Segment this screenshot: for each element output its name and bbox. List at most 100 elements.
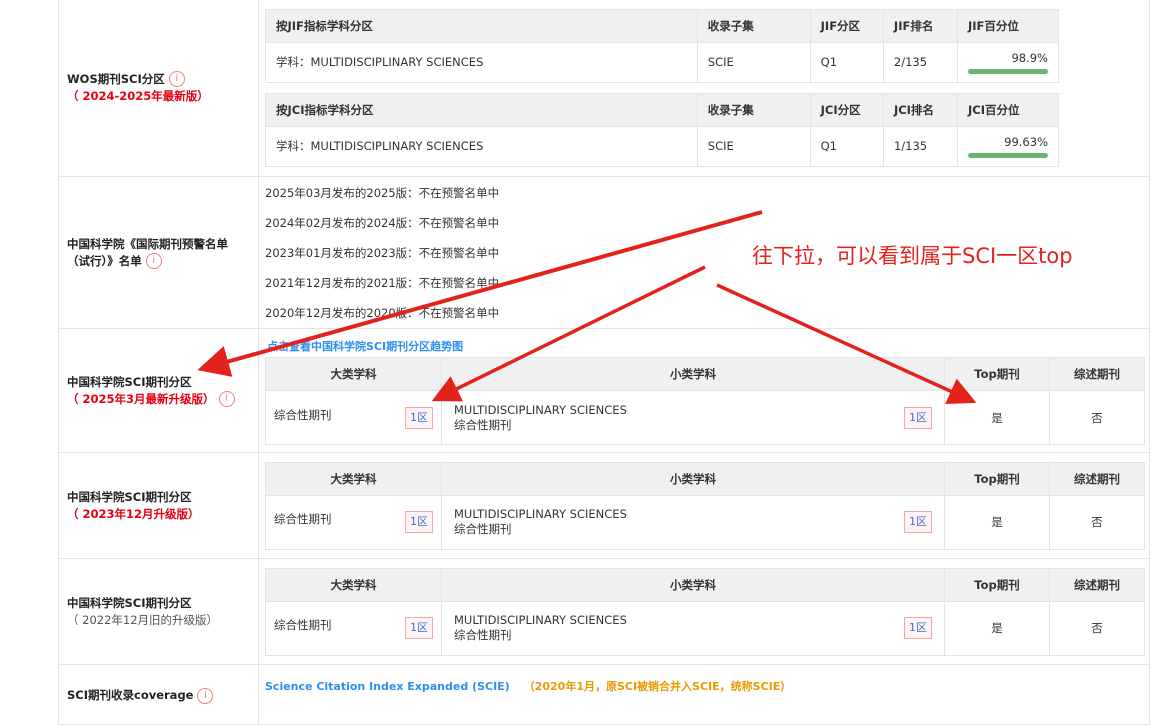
cas-top: 是 [944,390,1050,445]
cas-col-top: Top期刊 [944,461,1050,496]
jif-col-quartile: JIF分区 [809,8,884,43]
wos-content: 按JIF指标学科分区 收录子集 JIF分区 JIF排名 JIF百分位 学科：MU… [258,0,1150,177]
cas-minor-cn: 综合性期刊 [454,628,512,642]
cas-review: 否 [1049,600,1145,656]
cas-2022-content: 大类学科 小类学科 Top期刊 综述期刊 综合性期刊 1区 1区 MULTIDI… [258,558,1150,665]
cas-col-review: 综述期刊 [1049,357,1145,391]
cas-minor-cell: 1区 MULTIDISCIPLINARY SCIENCES 综合性期刊 [441,494,945,550]
cas-2025-table: 大类学科 小类学科 Top期刊 综述期刊 综合性期刊 1区 1区 MULTIDI… [265,357,1145,445]
jif-col-subset: 收录子集 [696,8,811,43]
journal-info-table: WOS期刊SCI分区 i （ 2024-2025年最新版） 按JIF指标学科分区 … [58,0,1150,725]
jci-subject: 学科：MULTIDISCIPLINARY SCIENCES [265,125,698,167]
list-item: 2021年12月发布的2021版：不在预警名单中 [265,275,500,290]
cas-review: 否 [1049,390,1145,445]
list-item: 2024年02月发布的2024版：不在预警名单中 [265,215,500,230]
jif-pct: 98.9% [1011,50,1048,65]
jci-col-subset: 收录子集 [696,92,811,127]
jif-pct-cell: 98.9% [957,41,1059,83]
jci-pct-bar [968,152,1048,158]
cas-major: 综合性期刊 [274,618,332,632]
cas-col-major: 大类学科 [265,567,442,602]
jif-col-subject: 按JIF指标学科分区 [265,8,698,43]
coverage-scie: Science Citation Index Expanded (SCIE) [265,680,510,693]
jif-rank: 2/135 [882,41,959,83]
info-icon[interactable]: i [168,71,185,87]
jif-pct-bar [968,68,1048,74]
cas-minor-cell: 1区 MULTIDISCIPLINARY SCIENCES 综合性期刊 [441,390,945,445]
cas-col-review: 综述期刊 [1049,461,1145,496]
zone-badge: 1区 [405,406,433,429]
cas-minor-cn: 综合性期刊 [454,417,512,432]
cas-col-top: Top期刊 [944,567,1050,602]
zone-badge: 1区 [405,511,433,533]
coverage-label: SCI期刊收录coverage [67,688,194,702]
cas-2022-sub: （ 2022年12月旧的升级版） [67,612,219,627]
cas-2022-label: 中国科学院SCI期刊分区 [67,595,192,610]
cas-2022-label-cell: 中国科学院SCI期刊分区 （ 2022年12月旧的升级版） [58,558,259,665]
cas-major: 综合性期刊 [274,512,332,526]
cas-col-minor: 小类学科 [441,461,945,496]
info-icon[interactable]: i [145,253,162,269]
list-item: 2025年03月发布的2025版：不在预警名单中 [265,185,500,200]
jif-subset: SCIE [696,41,811,83]
jci-subset: SCIE [696,125,811,167]
jif-col-pct: JIF百分位 [957,8,1059,43]
cas-2023-label: 中国科学院SCI期刊分区 [67,489,192,504]
wos-sub: （ 2024-2025年最新版） [67,88,209,103]
jci-col-pct: JCI百分位 [957,92,1059,127]
jif-quartile: Q1 [809,41,884,83]
cas-col-major: 大类学科 [265,357,442,391]
cas-minor-en: MULTIDISCIPLINARY SCIENCES [454,613,627,627]
coverage-content: Science Citation Index Expanded (SCIE) （2… [258,664,1150,725]
cas-minor-cell: 1区 MULTIDISCIPLINARY SCIENCES 综合性期刊 [441,600,945,656]
jci-pct: 99.63% [1004,134,1048,149]
zone-badge: 1区 [904,511,932,533]
warning-label-cell: 中国科学院《国际期刊预警名单（试行）》名单 i [58,176,259,329]
table-row: 学科：MULTIDISCIPLINARY SCIENCES SCIE Q1 1/… [265,125,1059,167]
cas-2023-content: 大类学科 小类学科 Top期刊 综述期刊 综合性期刊 1区 1区 MULTIDI… [258,452,1150,559]
cas-review: 否 [1049,494,1145,550]
zone-badge: 1区 [904,617,932,639]
cas-2023-label-cell: 中国科学院SCI期刊分区 （ 2023年12月升级版） [58,452,259,559]
cas-col-top: Top期刊 [944,357,1050,391]
cas-major-cell: 综合性期刊 1区 [265,390,442,445]
cas-col-minor: 小类学科 [441,357,945,391]
cas-col-review: 综述期刊 [1049,567,1145,602]
list-item: 2020年12月发布的2020版：不在预警名单中 [265,305,500,320]
cas-minor-en: MULTIDISCIPLINARY SCIENCES [454,507,627,521]
info-icon[interactable]: i [218,391,235,407]
cas-2025-content: 点击查看中国科学院SCI期刊分区趋势图 大类学科 小类学科 Top期刊 综述期刊… [258,328,1150,453]
table-row: 综合性期刊 1区 1区 MULTIDISCIPLINARY SCIENCES 综… [265,600,1145,656]
zone-badge: 1区 [405,617,433,639]
jci-table: 按JCI指标学科分区 收录子集 JCI分区 JCI排名 JCI百分位 学科：MU… [265,92,1059,167]
cas-major: 综合性期刊 [274,407,332,422]
cas-2025-sub: （ 2025年3月最新升级版） [67,391,215,406]
table-row: 学科：MULTIDISCIPLINARY SCIENCES SCIE Q1 2/… [265,41,1059,83]
jif-subject: 学科：MULTIDISCIPLINARY SCIENCES [265,41,698,83]
jci-col-subject: 按JCI指标学科分区 [265,92,698,127]
cas-top: 是 [944,600,1050,656]
cas-top: 是 [944,494,1050,550]
jci-col-rank: JCI排名 [882,92,959,127]
cas-major-cell: 综合性期刊 1区 [265,494,442,550]
cas-2022-table: 大类学科 小类学科 Top期刊 综述期刊 综合性期刊 1区 1区 MULTIDI… [265,567,1145,656]
cas-major-cell: 综合性期刊 1区 [265,600,442,656]
cas-col-minor: 小类学科 [441,567,945,602]
wos-label: WOS期刊SCI分区 [67,71,165,86]
table-row: 综合性期刊 1区 1区 MULTIDISCIPLINARY SCIENCES 综… [265,390,1145,445]
jci-quartile: Q1 [809,125,884,167]
cas-2023-table: 大类学科 小类学科 Top期刊 综述期刊 综合性期刊 1区 1区 MULTIDI… [265,461,1145,550]
annotation-text: 往下拉，可以看到属于SCI一区top [752,244,1073,268]
jci-pct-cell: 99.63% [957,125,1059,167]
coverage-label-cell: SCI期刊收录coverage i [58,664,259,725]
coverage-note: （2020年1月，原SCI被销合并入SCIE，统称SCIE） [523,680,792,693]
cas-2023-sub: （ 2023年12月升级版） [67,506,200,521]
table-row: 综合性期刊 1区 1区 MULTIDISCIPLINARY SCIENCES 综… [265,494,1145,550]
cas-2025-label: 中国科学院SCI期刊分区 [67,374,192,389]
wos-label-cell: WOS期刊SCI分区 i （ 2024-2025年最新版） [58,0,259,177]
jif-table: 按JIF指标学科分区 收录子集 JIF分区 JIF排名 JIF百分位 学科：MU… [265,8,1059,83]
cas-minor-en: MULTIDISCIPLINARY SCIENCES [454,402,627,417]
jci-rank: 1/135 [882,125,959,167]
trend-chart-link[interactable]: 点击查看中国科学院SCI期刊分区趋势图 [267,338,1145,354]
jci-col-quartile: JCI分区 [809,92,884,127]
